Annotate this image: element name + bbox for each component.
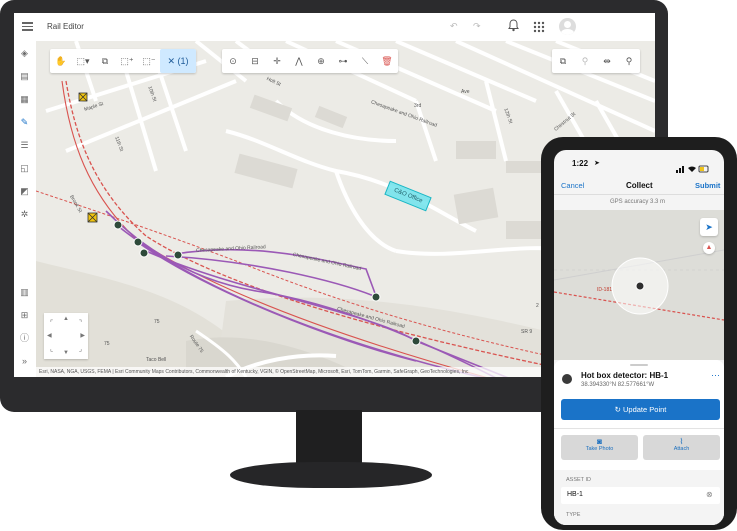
remove-selection-icon[interactable]: ⬚⁻	[138, 49, 160, 73]
feature-panel: Hot box detector: HB-1 38.394330°N 82.57…	[554, 360, 724, 525]
next-field-label: TYPE	[566, 512, 581, 518]
route-shield: 75	[104, 341, 110, 347]
monitor-stand-base	[230, 462, 432, 488]
left-toolbar: ◈ ▤ ▦ ✎ ☰ ◱ ◩ ✲ ▥ ⊞ ⓘ »	[14, 41, 37, 377]
edit-icon[interactable]: ✎	[18, 116, 31, 129]
table-icon[interactable]: ▤	[18, 70, 31, 83]
legend-icon[interactable]: ▥	[18, 286, 31, 299]
generalize-icon[interactable]: ⟍	[354, 49, 376, 73]
phone-map[interactable]: ID-181 ➤ ▲	[554, 210, 724, 360]
arrow-left-icon[interactable]: ◀	[47, 332, 52, 339]
camera-icon: ◙	[597, 437, 602, 446]
gps-accuracy: GPS accuracy 3.3 m	[610, 199, 666, 205]
layers-icon[interactable]: ◈	[18, 47, 31, 60]
search-icon[interactable]: ⚲	[618, 49, 640, 73]
feature-title: Hot box detector: HB-1	[581, 371, 669, 380]
apps-grid-icon[interactable]	[533, 20, 545, 38]
info-icon[interactable]: ⓘ	[18, 332, 31, 345]
navigation-pad[interactable]: ⌜ ⌝ ⌞ ⌟ ▲ ▼ ◀ ▶	[44, 313, 88, 359]
redo-icon[interactable]: ↷	[473, 21, 481, 32]
route-shield: 2	[536, 303, 539, 309]
map-line-label: ID-181	[597, 287, 613, 293]
feature-symbol-icon	[562, 374, 572, 384]
undo-icon[interactable]: ↶	[450, 21, 458, 32]
arrow-down-icon[interactable]: ▼	[63, 350, 69, 356]
widgets-icon[interactable]: ⊞	[18, 309, 31, 322]
street-label: SR 9	[521, 329, 533, 335]
clear-icon[interactable]: ⊗	[706, 490, 713, 499]
add-selection-icon[interactable]: ⬚⁺	[116, 49, 138, 73]
measure-icon[interactable]: ⇹	[596, 49, 618, 73]
move-icon[interactable]: ✛	[266, 49, 288, 73]
selection-count-button[interactable]: ✕ (1)	[160, 49, 196, 73]
update-point-label: Update Point	[623, 405, 667, 414]
align-icon[interactable]: ⊟	[244, 49, 266, 73]
merge-icon[interactable]: ⊶	[332, 49, 354, 73]
take-photo-label: Take Photo	[585, 446, 614, 452]
submit-button[interactable]: Submit	[695, 181, 720, 190]
asset-id-label: ASSET ID	[566, 477, 591, 483]
signal-icon	[676, 160, 710, 178]
page-title: Collect	[626, 181, 653, 190]
grid-icon[interactable]: ▦	[18, 93, 31, 106]
paperclip-icon: ⌇	[679, 437, 684, 446]
split-icon[interactable]: ⊕	[310, 49, 332, 73]
more-icon[interactable]: ⋯	[711, 370, 720, 381]
arrow-down-left-icon[interactable]: ⌞	[50, 345, 53, 353]
selection-toolbar: ✋ ⬚▾ ⧉ ⬚⁺ ⬚⁻ ✕ (1)	[50, 49, 196, 73]
feature-coordinates: 38.394330°N 82.577661°W	[581, 382, 655, 388]
map-tools-toolbar: ⧉ ⚲ ⇹ ⚲	[552, 49, 640, 73]
app-title: Rail Editor	[47, 22, 84, 31]
street-label: Ave	[461, 89, 470, 95]
pan-icon[interactable]: ✋	[50, 49, 72, 73]
basemap-icon[interactable]: ◩	[18, 185, 31, 198]
bookmark-icon[interactable]: ◱	[18, 162, 31, 175]
attach-label: Attach	[673, 446, 690, 452]
phone-screen: 1:22 ➤ Cancel Collect Submit GPS accurac…	[554, 150, 724, 525]
take-photo-button[interactable]: ◙ Take Photo	[561, 435, 638, 460]
list-icon[interactable]: ☰	[18, 139, 31, 152]
app-header: Rail Editor ↶ ↷	[14, 13, 655, 42]
cancel-button[interactable]: Cancel	[561, 181, 584, 190]
location-arrow-icon: ➤	[594, 160, 600, 167]
reshape-icon[interactable]: ⋀	[288, 49, 310, 73]
street-label: 3rd	[414, 103, 422, 109]
status-time: 1:22	[572, 159, 589, 168]
route-shield: 75	[154, 319, 160, 325]
gear-icon[interactable]: ✲	[18, 208, 31, 221]
expand-icon[interactable]: »	[18, 355, 31, 368]
avatar[interactable]	[559, 18, 576, 35]
zoom-icon[interactable]: ⚲	[574, 49, 596, 73]
locate-icon[interactable]: ➤	[700, 218, 718, 236]
arrow-up-left-icon[interactable]: ⌜	[50, 319, 53, 327]
compass-icon[interactable]: ▲	[703, 242, 715, 254]
select-by-area-icon[interactable]: ⧉	[94, 49, 116, 73]
arrow-right-icon[interactable]: ▶	[80, 332, 85, 339]
arrow-down-right-icon[interactable]: ⌟	[79, 345, 82, 353]
target-icon[interactable]: ⊙	[222, 49, 244, 73]
delete-icon[interactable]: 🗑	[376, 49, 398, 73]
asset-id-field[interactable]: HB-1 ⊗	[561, 487, 720, 504]
poi-label: Taco Bell	[146, 357, 167, 363]
menu-icon[interactable]	[22, 20, 33, 32]
arrow-up-right-icon[interactable]: ⌝	[79, 319, 82, 327]
asset-id-value: HB-1	[567, 491, 583, 498]
monitor-stand-neck	[296, 410, 362, 468]
attach-button[interactable]: ⌇ Attach	[643, 435, 720, 460]
editing-toolbar: ⊙ ⊟ ✛ ⋀ ⊕ ⊶ ⟍ 🗑	[222, 49, 398, 73]
arrow-up-icon[interactable]: ▲	[63, 316, 69, 322]
select-icon[interactable]: ⬚▾	[72, 49, 94, 73]
bell-icon[interactable]	[508, 19, 519, 37]
update-point-button[interactable]: ↻ Update Point	[561, 399, 720, 420]
selection-count: (1)	[177, 56, 189, 66]
copy-icon[interactable]: ⧉	[552, 49, 574, 73]
